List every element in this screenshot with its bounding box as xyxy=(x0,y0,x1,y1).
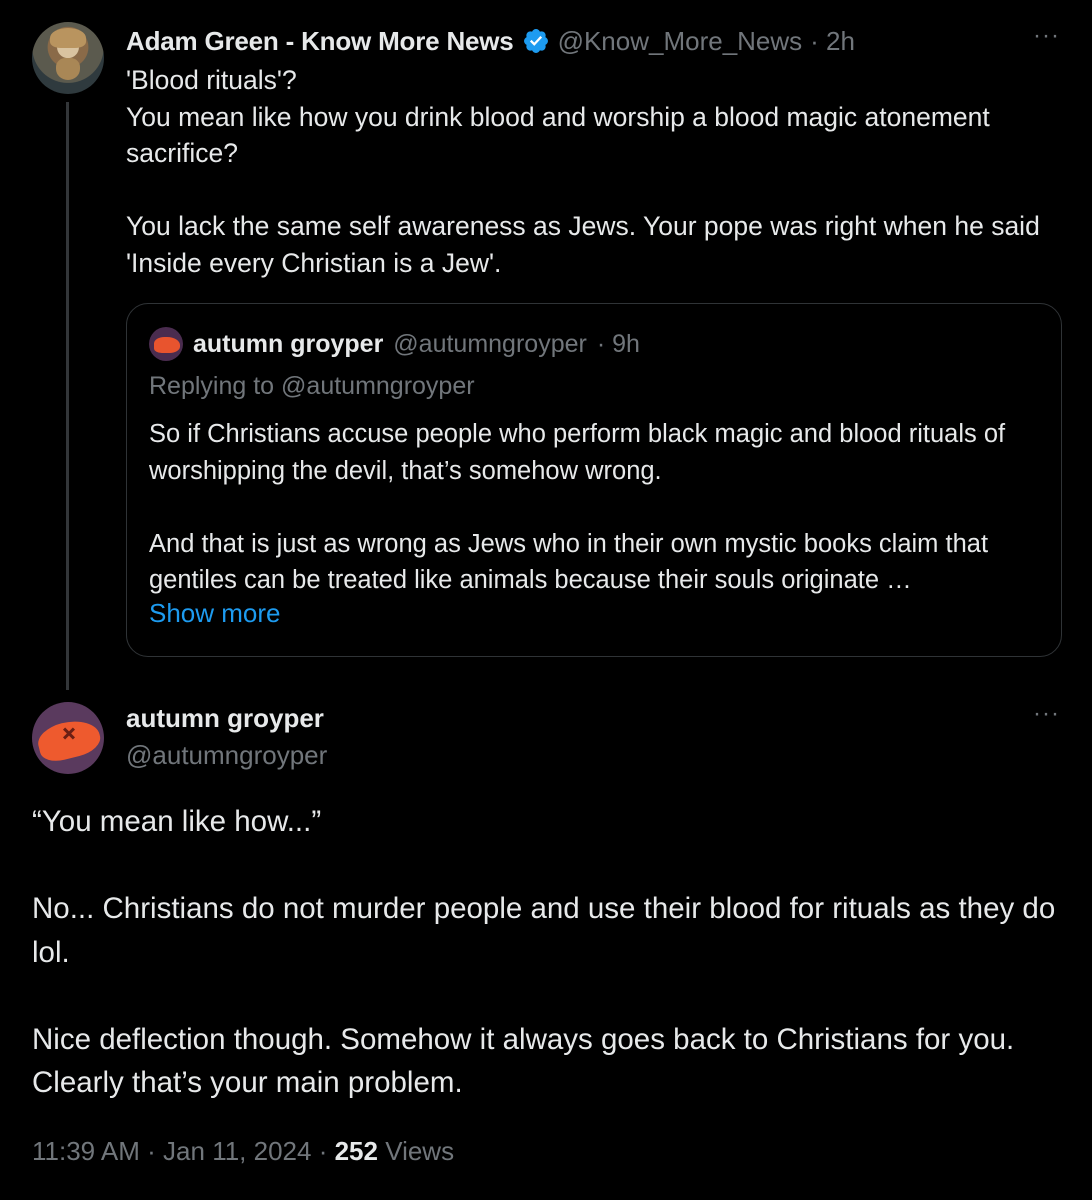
quoted-tweet-card[interactable]: autumn groyper @autumngroyper · 9h Reply… xyxy=(126,303,1062,657)
main-handle[interactable]: @autumngroyper xyxy=(126,740,327,771)
tweet-time[interactable]: 11:39 AM xyxy=(32,1136,140,1166)
more-options-icon[interactable]: ··· xyxy=(1033,22,1060,50)
replying-mention[interactable]: @autumngroyper xyxy=(281,372,475,400)
more-options-icon[interactable]: ··· xyxy=(1033,700,1060,728)
parent-time[interactable]: · 2h xyxy=(810,26,855,57)
verified-badge-icon[interactable] xyxy=(522,27,550,55)
quoted-time: · 9h xyxy=(596,329,640,358)
quoted-tweet-text: So if Christians accuse people who perfo… xyxy=(149,420,1006,594)
tweet-thread-page: Adam Green - Know More News @Know_More_N… xyxy=(0,0,1092,1200)
replying-to-line: Replying to @autumngroyper xyxy=(149,372,475,401)
thread-connector-line xyxy=(66,102,69,690)
views-count: 252 xyxy=(334,1136,378,1166)
tweet-date[interactable]: Jan 11, 2024 xyxy=(163,1136,311,1166)
main-author-name[interactable]: autumn groyper xyxy=(126,703,324,734)
avatar-autumn-groyper[interactable] xyxy=(32,702,104,774)
parent-handle[interactable]: @Know_More_News xyxy=(558,26,803,57)
main-tweet-text: “You mean like how...” No... Christians … xyxy=(32,805,1056,1099)
parent-tweet-header: Adam Green - Know More News @Know_More_N… xyxy=(126,24,1062,58)
meta-separator: · xyxy=(139,1136,164,1166)
quoted-tweet-header: autumn groyper @autumngroyper · 9h xyxy=(149,326,640,362)
avatar-beard xyxy=(56,58,80,80)
quoted-handle: @autumngroyper xyxy=(393,329,587,358)
quoted-author-name: autumn groyper xyxy=(193,329,384,358)
parent-tweet-text: 'Blood rituals'? You mean like how you d… xyxy=(126,65,1040,278)
avatar-adam-green[interactable] xyxy=(32,22,104,94)
avatar-hair xyxy=(50,28,86,48)
meta-separator: · xyxy=(311,1136,335,1166)
quoted-avatar xyxy=(149,327,183,361)
tweet-meta: 11:39 AM · Jan 11, 2024 · 252 Views xyxy=(32,1136,454,1167)
parent-author-name[interactable]: Adam Green - Know More News xyxy=(126,26,514,57)
avatar-blob xyxy=(34,715,104,765)
replying-prefix: Replying to xyxy=(149,372,282,400)
views-label: Views xyxy=(385,1136,455,1166)
show-more-link[interactable]: Show more xyxy=(149,598,281,629)
